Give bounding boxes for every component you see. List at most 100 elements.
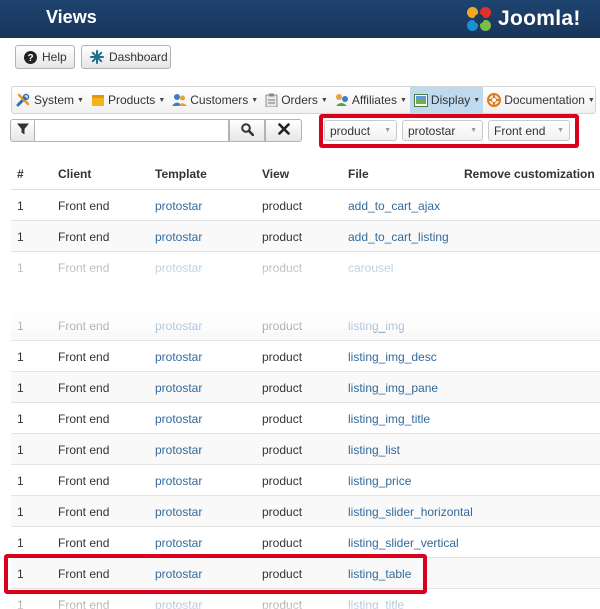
filter-toggle-button[interactable] (10, 119, 35, 142)
cell-view: product (262, 199, 303, 213)
menu-system[interactable]: System ▼ (12, 87, 87, 113)
cell-number: 1 (17, 474, 24, 488)
clear-search-button[interactable] (265, 119, 302, 142)
table-row: 1 Front end protostar product listing_table (11, 558, 600, 589)
cell-view: product (262, 443, 303, 457)
column-header-number[interactable]: # (17, 167, 24, 181)
cell-template[interactable]: protostar (155, 381, 202, 395)
screenshot-fade-bottom (0, 592, 600, 609)
joomla-mark-icon (466, 6, 492, 32)
client-filter-select[interactable]: Front end ▼ (488, 120, 570, 141)
cell-template[interactable]: protostar (155, 412, 202, 426)
chevron-down-icon: ▼ (473, 96, 481, 104)
dashboard-icon (90, 50, 104, 64)
cell-client: Front end (58, 536, 110, 550)
affiliates-icon (335, 93, 349, 107)
cell-client: Front end (58, 381, 110, 395)
joomla-logo[interactable]: Joomla! (466, 4, 581, 34)
cell-number: 1 (17, 443, 24, 457)
chevron-down-icon: ▼ (320, 96, 328, 104)
cell-client: Front end (58, 567, 110, 581)
help-button[interactable]: ? Help (15, 45, 75, 69)
column-header-remove[interactable]: Remove customization (464, 167, 595, 181)
cell-file[interactable]: listing_img_title (348, 412, 430, 426)
search-button[interactable] (229, 119, 265, 142)
cell-file[interactable]: listing_slider_vertical (348, 536, 459, 550)
column-header-view[interactable]: View (262, 167, 289, 181)
cell-client: Front end (58, 230, 110, 244)
table-row: 1 Front end protostar product listing_price (11, 465, 600, 496)
cell-view: product (262, 474, 303, 488)
cell-template[interactable]: protostar (155, 567, 202, 581)
cell-client: Front end (58, 199, 110, 213)
cell-number: 1 (17, 412, 24, 426)
page-title: Views (46, 7, 97, 27)
table-row: 1 Front end protostar product add_to_cart_li… (11, 221, 600, 252)
cell-template[interactable]: protostar (155, 230, 202, 244)
help-label: Help (42, 50, 67, 64)
menu-display[interactable]: Display ▼ (409, 87, 484, 113)
cell-file[interactable]: add_to_cart_listing (348, 230, 449, 244)
cell-template[interactable]: protostar (155, 350, 202, 364)
column-header-template[interactable]: Template (155, 167, 207, 181)
filter-icon (16, 123, 29, 138)
chevron-down-icon: ▼ (384, 127, 391, 134)
column-header-client[interactable]: Client (58, 167, 91, 181)
search-icon (240, 122, 254, 139)
table-row: 1 Front end protostar product listing_slider… (11, 496, 600, 527)
cell-number: 1 (17, 199, 24, 213)
cell-number: 1 (17, 536, 24, 550)
cell-client: Front end (58, 505, 110, 519)
cell-client: Front end (58, 474, 110, 488)
cell-template[interactable]: protostar (155, 536, 202, 550)
box-icon (91, 93, 105, 107)
dashboard-button[interactable]: Dashboard (81, 45, 171, 69)
table-row: 1 Front end protostar product listing_img_ti… (11, 403, 600, 434)
lifebuoy-icon (487, 93, 502, 107)
logo-text: Joomla! (498, 7, 581, 30)
cell-file[interactable]: listing_img_pane (348, 381, 438, 395)
display-icon (413, 93, 428, 107)
cell-view: product (262, 412, 303, 426)
menu-affiliates[interactable]: Affiliates ▼ (331, 87, 410, 113)
menu-customers[interactable]: Customers ▼ (168, 87, 261, 113)
chevron-down-icon: ▼ (77, 96, 84, 104)
clipboard-icon (265, 93, 278, 107)
chevron-down-icon: ▼ (158, 96, 166, 104)
question-icon: ? (24, 50, 37, 64)
cell-template[interactable]: protostar (155, 199, 202, 213)
cell-file[interactable]: listing_price (348, 474, 411, 488)
table-row: 1 Front end protostar product listing_slider… (11, 527, 600, 558)
cell-number: 1 (17, 567, 24, 581)
cell-file[interactable]: listing_table (348, 567, 411, 581)
table-row: 1 Front end protostar product listing_img_pa… (11, 372, 600, 403)
chevron-down-icon: ▼ (399, 96, 407, 104)
users-icon (172, 93, 188, 107)
cell-client: Front end (58, 412, 110, 426)
cell-file[interactable]: listing_img_desc (348, 350, 437, 364)
column-header-file[interactable]: File (348, 167, 369, 181)
cell-file[interactable]: listing_slider_horizontal (348, 505, 473, 519)
cell-template[interactable]: protostar (155, 443, 202, 457)
chevron-down-icon: ▼ (470, 127, 477, 134)
cell-client: Front end (58, 443, 110, 457)
template-filter-select[interactable]: protostar ▼ (402, 120, 483, 141)
menu-products[interactable]: Products ▼ (87, 87, 168, 113)
cell-template[interactable]: protostar (155, 474, 202, 488)
view-filter-select[interactable]: product ▼ (324, 120, 397, 141)
search-input[interactable] (35, 119, 229, 142)
menu-orders[interactable]: Orders ▼ (261, 87, 331, 113)
cell-view: product (262, 505, 303, 519)
cell-file[interactable]: add_to_cart_ajax (348, 199, 440, 213)
chevron-down-icon: ▼ (557, 127, 564, 134)
cell-file[interactable]: listing_list (348, 443, 400, 457)
cell-view: product (262, 350, 303, 364)
cell-template[interactable]: protostar (155, 505, 202, 519)
chevron-down-icon: ▼ (251, 96, 259, 104)
menu-documentation[interactable]: Documentation ▼ (483, 87, 598, 113)
main-menu: System ▼ Products ▼ Customers ▼ Orders ▼ Aff… (11, 86, 596, 114)
svg-text:?: ? (27, 53, 33, 64)
screenshot-fade-gap (0, 258, 600, 332)
chevron-down-icon: ▼ (587, 96, 595, 104)
cell-number: 1 (17, 350, 24, 364)
